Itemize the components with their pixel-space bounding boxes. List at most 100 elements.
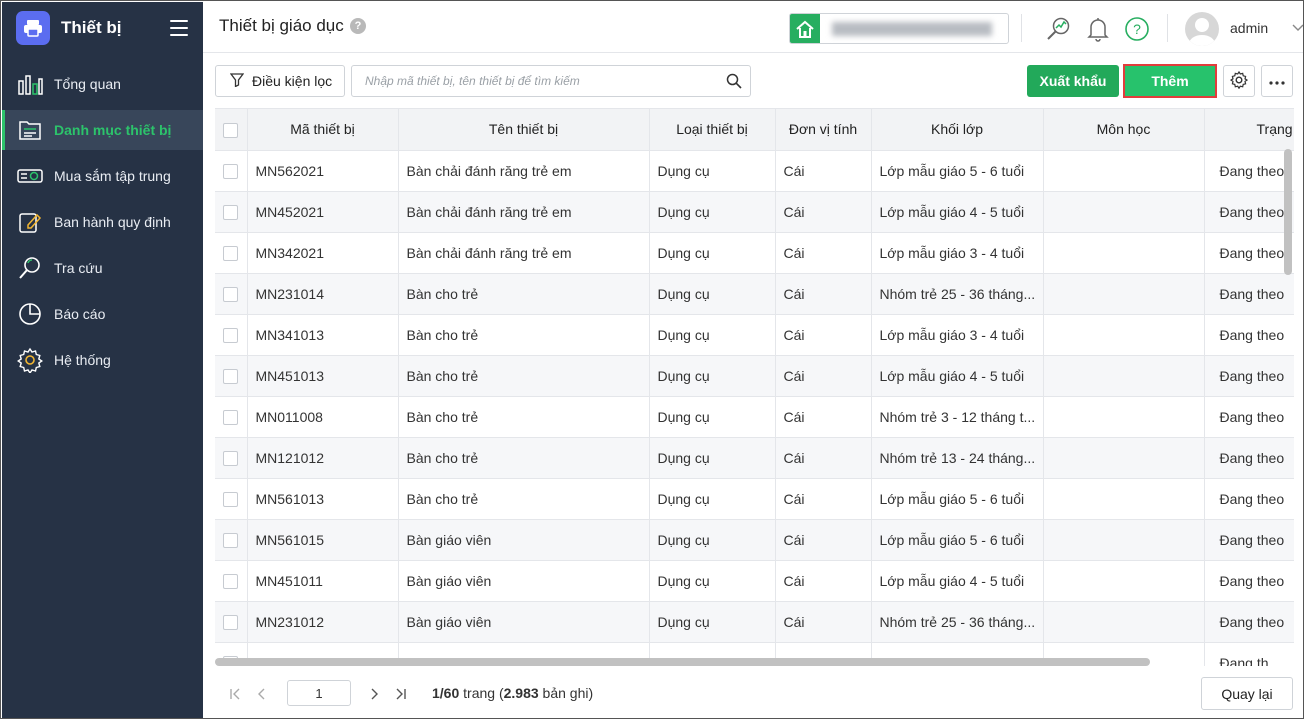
row-select-cell [215, 273, 248, 315]
table-row[interactable]: MN011008 Bàn cho trẻ Dụng cụ Cái Nhóm trẻ 3 … [215, 396, 1294, 438]
equipment-code-cell: MN452021 [247, 191, 399, 233]
row-checkbox[interactable] [223, 286, 239, 302]
next-page-icon[interactable] [365, 685, 383, 703]
more-options-button[interactable] [1261, 65, 1293, 97]
equipment-name-cell: Bàn cho trẻ [398, 314, 650, 356]
table-row[interactable]: MN341013 Bàn cho trẻ Dụng cụ Cái Lớp mẫu giá… [215, 314, 1294, 356]
table-row[interactable]: MN562021 Bàn chải đánh răng trẻ em Dụng cụ… [215, 150, 1294, 192]
row-checkbox[interactable] [223, 327, 239, 343]
grade-cell: Nhóm trẻ 25 - 36 tháng... [871, 601, 1044, 643]
row-checkbox[interactable] [223, 368, 239, 384]
table-row[interactable]: MN452021 Bàn chải đánh răng trẻ em Dụng cụ… [215, 191, 1294, 233]
first-page-icon[interactable] [227, 685, 245, 703]
subject-cell [1043, 396, 1205, 438]
subject-cell [1043, 232, 1205, 274]
top-header: Thiết bị giáo dục ? ███████████████████ … [203, 2, 1303, 53]
export-button[interactable]: Xuất khẩu [1027, 65, 1119, 97]
equipment-name-cell: Bàn giáo viên [398, 560, 650, 602]
row-checkbox[interactable] [223, 614, 239, 630]
search-input[interactable] [352, 66, 712, 96]
table-row[interactable]: MN121012 Bàn cho trẻ Dụng cụ Cái Nhóm trẻ 13… [215, 437, 1294, 479]
subject-cell [1043, 191, 1205, 233]
row-checkbox[interactable] [223, 245, 239, 261]
settings-button[interactable] [1223, 65, 1255, 97]
table-row[interactable]: MN561013 Bàn cho trẻ Dụng cụ Cái Lớp mẫu giá… [215, 478, 1294, 520]
select-all-checkbox[interactable] [223, 122, 239, 138]
column-header[interactable]: Đơn vị tính [775, 109, 872, 151]
subject-cell [1043, 355, 1205, 397]
row-checkbox[interactable] [223, 450, 239, 466]
row-select-cell [215, 355, 248, 397]
bar-chart-icon [17, 71, 43, 97]
equipment-name-cell: Bàn giáo viên [398, 601, 650, 643]
table-row[interactable]: MN342021 Bàn chải đánh răng trẻ em Dụng cụ… [215, 232, 1294, 274]
sidebar-item-danh-muc-thiet-bi[interactable]: Danh mục thiết bị [2, 110, 203, 150]
sidebar-item-he-thong[interactable]: Hệ thống [2, 340, 203, 380]
sidebar-item-ban-hanh-quy-dinh[interactable]: Ban hành quy định [2, 202, 203, 242]
row-checkbox[interactable] [223, 409, 239, 425]
search-icon [17, 255, 43, 281]
unit-cell: Cái [775, 314, 872, 356]
notification-bell-icon[interactable] [1084, 15, 1112, 43]
row-checkbox[interactable] [223, 163, 239, 179]
unit-cell: Cái [775, 273, 872, 315]
table-row[interactable]: MN451013 Bàn cho trẻ Dụng cụ Cái Lớp mẫu giá… [215, 355, 1294, 397]
equipment-code-cell: MN011008 [247, 396, 399, 438]
vertical-scrollbar[interactable] [1284, 149, 1292, 275]
equipment-type-cell: Dụng cụ [649, 273, 776, 315]
column-header[interactable]: Trạng [1204, 109, 1294, 151]
help-circle-icon[interactable]: ? [1123, 15, 1151, 43]
subject-cell [1043, 601, 1205, 643]
column-header[interactable]: Tên thiết bị [398, 109, 650, 151]
sidebar-item-mua-sam-tap-trung[interactable]: Mua sắm tập trung [2, 156, 203, 196]
status-cell: Đang theo [1204, 478, 1294, 520]
sidebar-item-bao-cao[interactable]: Báo cáo [2, 294, 203, 334]
equipment-name-cell: Bàn cho trẻ [398, 396, 650, 438]
filter-label: Điều kiện lọc [252, 73, 333, 89]
search-box [351, 65, 751, 97]
sidebar-item-tra-cuu[interactable]: Tra cứu [2, 248, 203, 288]
sidebar-menu: Tổng quan Danh mục thiết bị Mua sắm tập … [2, 64, 203, 380]
sidebar-item-tong-quan[interactable]: Tổng quan [2, 64, 203, 104]
equipment-type-cell: Dụng cụ [649, 437, 776, 479]
menu-toggle-icon[interactable] [170, 20, 188, 36]
chevron-down-icon[interactable] [1292, 20, 1303, 35]
record-count: 2.983 [503, 685, 539, 701]
page-info-suffix: bản ghi) [538, 685, 594, 701]
avatar[interactable] [1185, 12, 1219, 46]
table-row[interactable]: MN231012 Bàn giáo viên Dụng cụ Cái Nhóm trẻ … [215, 601, 1294, 643]
table-row[interactable]: MN561015 Bàn giáo viên Dụng cụ Cái Lớp mẫu g… [215, 519, 1294, 561]
prev-page-icon[interactable] [253, 685, 271, 703]
status-cell: Đang theo [1204, 150, 1294, 192]
table-row[interactable]: MN451011 Bàn giáo viên Dụng cụ Cái Lớp mẫu g… [215, 560, 1294, 602]
column-header[interactable]: Mã thiết bị [247, 109, 399, 151]
add-button[interactable]: Thêm [1123, 64, 1217, 98]
equipment-type-cell: Dụng cụ [649, 150, 776, 192]
page-number-input[interactable] [287, 680, 351, 706]
equipment-code-cell: MN561013 [247, 478, 399, 520]
horizontal-scrollbar[interactable] [215, 658, 1150, 666]
page-help-icon[interactable]: ? [350, 18, 366, 34]
back-button[interactable]: Quay lại [1201, 677, 1293, 710]
school-selector[interactable]: ███████████████████ [789, 13, 1009, 44]
row-checkbox[interactable] [223, 204, 239, 220]
user-name[interactable]: admin [1230, 20, 1268, 36]
row-checkbox[interactable] [223, 491, 239, 507]
column-header[interactable]: Khối lớp [871, 109, 1044, 151]
row-checkbox[interactable] [223, 573, 239, 589]
column-header[interactable]: Loại thiết bị [649, 109, 776, 151]
row-checkbox[interactable] [223, 532, 239, 548]
table-row[interactable]: MN231014 Bàn cho trẻ Dụng cụ Cái Nhóm trẻ 25… [215, 273, 1294, 315]
equipment-code-cell: MN562021 [247, 150, 399, 192]
activity-search-icon[interactable] [1044, 15, 1072, 43]
column-header[interactable]: Môn học [1043, 109, 1205, 151]
subject-cell [1043, 273, 1205, 315]
header-divider [1021, 14, 1022, 42]
sidebar-item-label: Tổng quan [54, 76, 121, 92]
status-cell: Đang theo [1204, 560, 1294, 602]
unit-cell: Cái [775, 478, 872, 520]
search-icon[interactable] [726, 73, 742, 92]
last-page-icon[interactable] [392, 685, 410, 703]
filter-button[interactable]: Điều kiện lọc [215, 65, 345, 97]
grade-cell: Nhóm trẻ 25 - 36 tháng... [871, 273, 1044, 315]
